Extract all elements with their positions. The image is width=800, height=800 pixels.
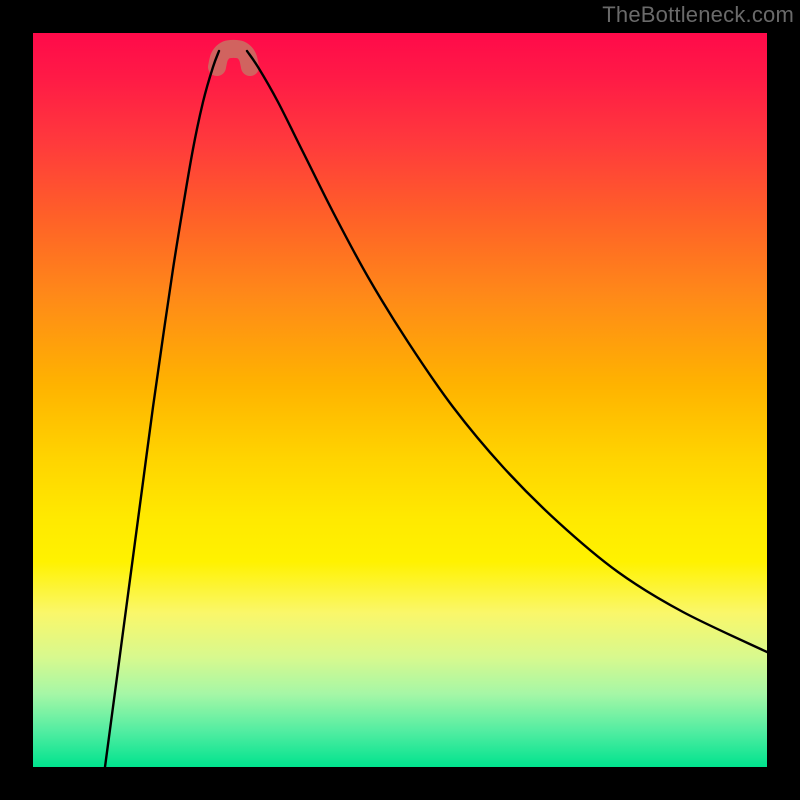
u-highlight-path	[217, 49, 250, 67]
curves-layer	[33, 33, 767, 767]
plot-area	[33, 33, 767, 767]
right-branch-curve	[247, 51, 767, 652]
chart-frame: TheBottleneck.com	[0, 0, 800, 800]
watermark-text: TheBottleneck.com	[602, 2, 794, 28]
left-branch-curve	[105, 51, 219, 767]
